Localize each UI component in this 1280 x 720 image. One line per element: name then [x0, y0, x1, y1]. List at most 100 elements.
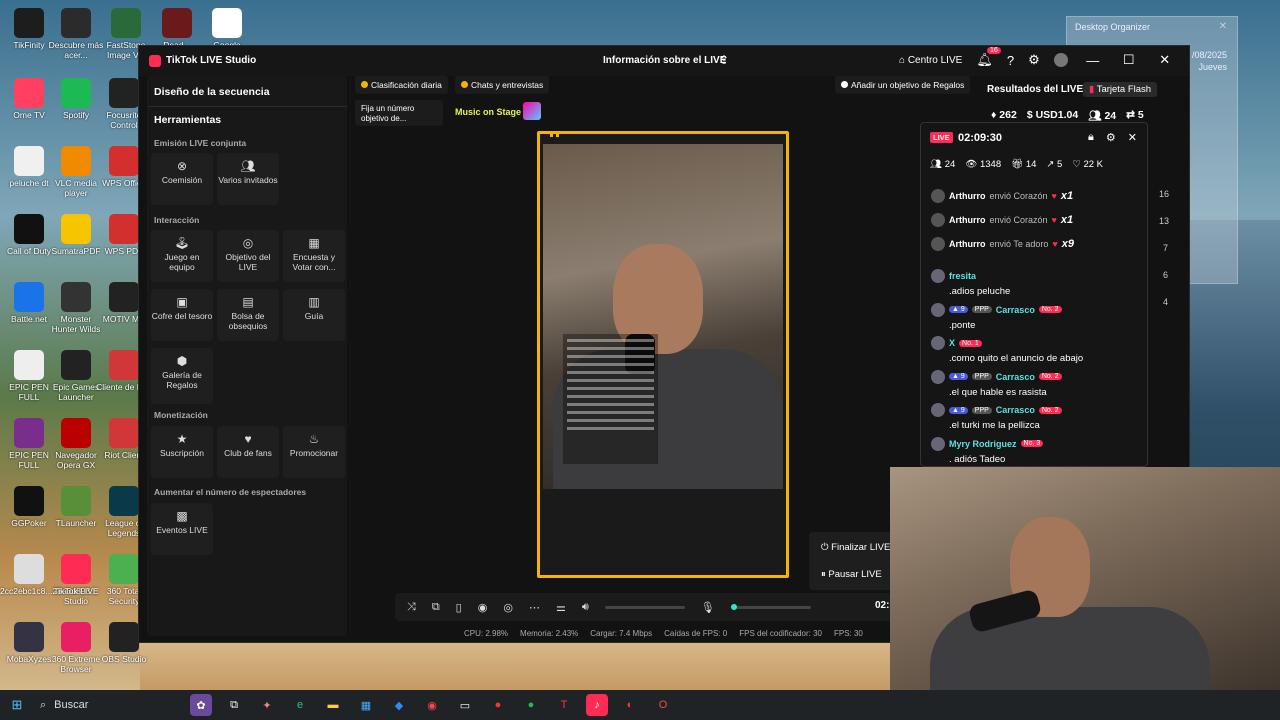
- mic-slider[interactable]: [730, 603, 811, 610]
- effects-icon[interactable]: ⤨: [407, 601, 416, 614]
- objetivo-live-button[interactable]: ◎ Objetivo del LIVE: [217, 230, 279, 282]
- chat-username[interactable]: Carrasco: [996, 305, 1035, 315]
- gift-user[interactable]: Arthurro: [949, 191, 986, 201]
- screenshot-icon[interactable]: ▭: [454, 694, 476, 716]
- battlenet-icon: [14, 282, 44, 312]
- obs-icon[interactable]: ◐: [619, 694, 641, 716]
- suscripcion-button[interactable]: ★ Suscripción: [151, 426, 213, 478]
- diamonds-value: 262: [999, 109, 1017, 121]
- widget-icon[interactable]: ✿: [190, 694, 212, 716]
- close-icon[interactable]: ✕: [1128, 131, 1137, 144]
- close-icon[interactable]: ✕: [1219, 21, 1227, 32]
- coemision-label: Coemisión: [161, 175, 203, 185]
- juego-equipo-button[interactable]: 🕹︎ Juego en equipo: [151, 230, 213, 282]
- store-icon[interactable]: ▦: [355, 694, 377, 716]
- maximize-button[interactable]: ☐: [1118, 52, 1140, 68]
- gift-user[interactable]: Arthurro: [949, 215, 986, 225]
- avatar: [931, 436, 945, 451]
- live-badge: LIVE: [930, 132, 953, 143]
- club-fans-button[interactable]: ♥ Club de fans: [217, 426, 279, 478]
- promocionar-button[interactable]: ♨ Promocionar: [283, 426, 345, 478]
- settings-gear-icon[interactable]: ⚙: [1028, 52, 1040, 68]
- chats-label: Chats y entrevistas: [471, 80, 544, 90]
- desktop-icon[interactable]: Google: [198, 8, 256, 50]
- chrome-icon[interactable]: ◉: [421, 694, 443, 716]
- chat-username[interactable]: Carrasco: [996, 405, 1035, 415]
- varios-invitados-button[interactable]: 👥︎ Varios invitados: [217, 153, 279, 205]
- fan-badge: PPP: [971, 406, 992, 414]
- opera-icon[interactable]: O: [652, 694, 674, 716]
- epicpen-icon: [14, 350, 44, 380]
- chat-text: .ponte: [949, 319, 976, 331]
- rank-badge: No. 3: [1020, 440, 1044, 447]
- gift-row: Arthurro envió Corazón ♥ x1: [931, 189, 1073, 203]
- tarjeta-flash-button[interactable]: ▮ Tarjeta Flash: [1083, 82, 1158, 97]
- copilot-icon[interactable]: ✦: [256, 694, 278, 716]
- windows-start-icon[interactable]: ⊞: [0, 697, 34, 713]
- eventos-live-button[interactable]: ▩ Eventos LIVE: [151, 503, 213, 555]
- rank-number: 7: [1163, 243, 1169, 253]
- camera-icon[interactable]: ◎: [503, 601, 513, 614]
- rank-badge: No. 2: [1038, 373, 1062, 380]
- record-icon[interactable]: ◉: [478, 601, 488, 614]
- avatar[interactable]: [1053, 53, 1068, 67]
- chat-username[interactable]: fresita: [949, 271, 976, 281]
- spotify-icon[interactable]: ●: [520, 694, 542, 716]
- encuesta-button[interactable]: ▦ Encuesta y Votar con...: [283, 230, 345, 282]
- microphone-icon[interactable]: 🎙︎: [701, 601, 715, 614]
- minimize-button[interactable]: —: [1082, 53, 1104, 68]
- chat-username[interactable]: Myry Rodriguez: [949, 439, 1017, 449]
- guia-button[interactable]: ▥ Guía: [283, 289, 345, 341]
- bolsa-obsequios-button[interactable]: ▤ Bolsa de obsequios: [217, 289, 279, 341]
- gifts-count: 14: [1025, 159, 1037, 170]
- chat-username[interactable]: X: [949, 338, 955, 348]
- defender-icon[interactable]: ◆: [388, 694, 410, 716]
- settings-icon[interactable]: ⚙: [1106, 131, 1116, 144]
- centro-live-button[interactable]: ⌂ Centro LIVE: [899, 55, 962, 66]
- viewers-kpi: 👥︎ 24: [1088, 110, 1117, 122]
- star-icon: ★: [176, 432, 188, 446]
- gift-user[interactable]: Arthurro: [949, 239, 986, 249]
- chat-username[interactable]: Carrasco: [996, 372, 1035, 382]
- promocionar-label: Promocionar: [289, 448, 339, 458]
- coemision-button[interactable]: ⊗ Coemisión: [151, 153, 213, 205]
- task-view-icon[interactable]: ⧉: [223, 694, 245, 716]
- finalizar-live-button[interactable]: ⏻ Finalizar LIVE: [821, 542, 890, 553]
- clasificacion-chip[interactable]: Clasificación diaria: [355, 76, 448, 94]
- volume-slider[interactable]: [604, 605, 685, 609]
- music-on-stage-button[interactable]: Music on Stage: [455, 107, 521, 117]
- tiktok-icon[interactable]: ♪: [586, 694, 608, 716]
- gift-count: x9: [1061, 238, 1074, 250]
- galeria-label: Galería de Regalos: [162, 370, 202, 390]
- chats-chip[interactable]: Chats y entrevistas: [455, 76, 550, 94]
- share-icon[interactable]: ⇪: [719, 53, 729, 67]
- chat-message-header: ▲ 9 PPP Carrasco No. 2: [931, 403, 1062, 417]
- flame-icon: ♨: [308, 432, 320, 446]
- pausar-live-button[interactable]: ⏸ Pausar LIVE: [821, 569, 882, 580]
- phone-icon[interactable]: ▯: [456, 601, 462, 614]
- game-icon[interactable]: ●: [487, 694, 509, 716]
- stream-preview[interactable]: [537, 131, 789, 578]
- edge-icon[interactable]: e: [289, 694, 311, 716]
- wps-icon: [109, 146, 139, 176]
- live-info-title[interactable]: Información sobre el LIVE: [603, 55, 726, 66]
- explorer-icon[interactable]: ▬: [322, 694, 344, 716]
- live-kpis: ♦ 262 $ USD1.04 👥︎ 24 ⇄ 5: [991, 109, 1144, 122]
- galeria-regalos-button[interactable]: ⬢ Galería de Regalos: [151, 348, 213, 404]
- cofre-tesoro-button[interactable]: ▣ Cofre del tesoro: [151, 289, 213, 341]
- lock-icon[interactable]: 🔒︎: [1088, 131, 1094, 144]
- more-icon[interactable]: ⋯: [529, 601, 540, 614]
- help-icon[interactable]: ?: [1007, 53, 1014, 68]
- fija-objetivo-card[interactable]: Fija un número objetivo de...: [355, 100, 443, 126]
- taskbar-search[interactable]: ⌕ Buscar: [34, 690, 184, 720]
- sequence-design-title[interactable]: Diseño de la secuencia: [154, 86, 270, 98]
- live-timer: 02:: [875, 600, 890, 611]
- close-window-button[interactable]: ✕: [1154, 52, 1176, 68]
- mixer-icon[interactable]: ⚌: [556, 601, 566, 614]
- browser360-icon: [61, 622, 91, 652]
- volume-icon[interactable]: 🔊︎: [582, 601, 589, 614]
- layout-icon[interactable]: ⧉: [432, 601, 440, 614]
- bell-icon[interactable]: 🔔︎ 16: [976, 47, 1001, 68]
- anadir-objetivo-chip[interactable]: Añadir un objetivo de Regalos: [835, 76, 971, 94]
- tikfinity-icon[interactable]: T: [553, 694, 575, 716]
